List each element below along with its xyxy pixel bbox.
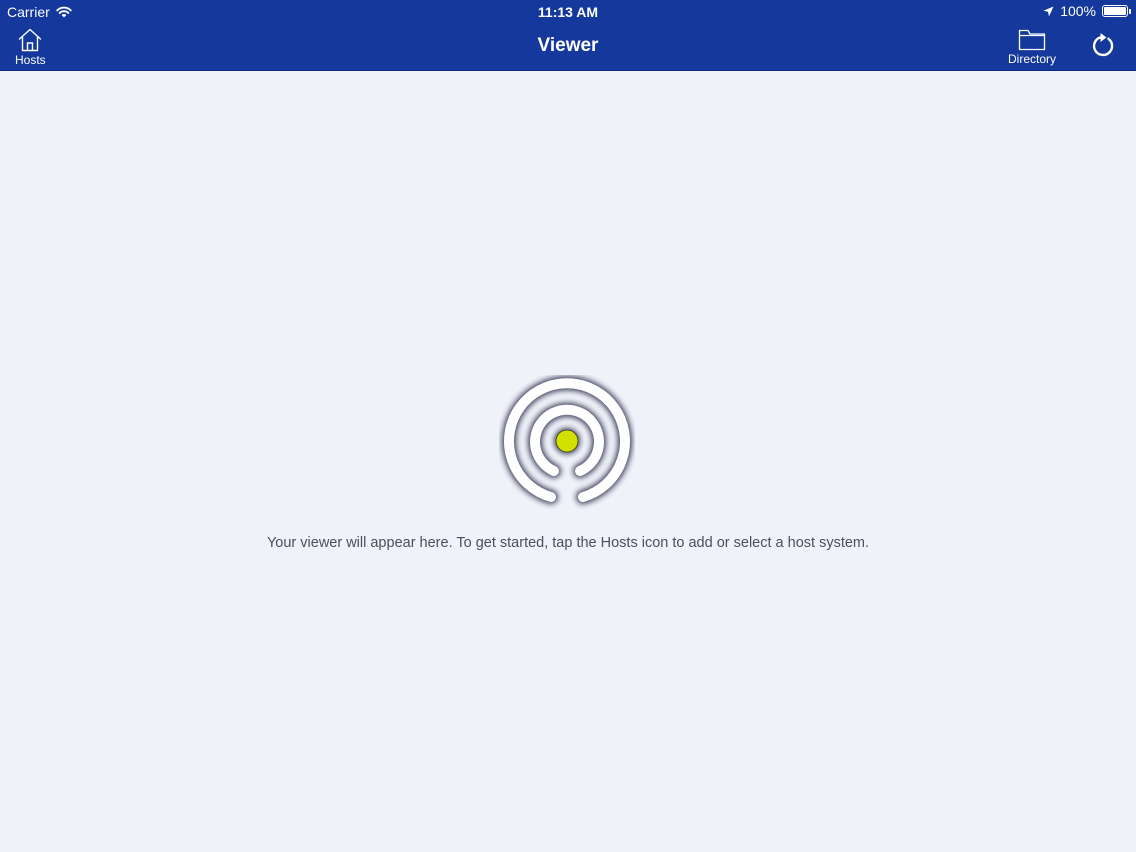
directory-button[interactable]: Directory [1008,27,1056,66]
status-right: 100% [1043,3,1131,19]
top-bar: Carrier 11:13 AM 100% Hosts Viewer Direc… [0,0,1136,71]
viewer-area: Your viewer will appear here. To get sta… [0,72,1136,852]
page-title: Viewer [537,35,599,56]
directory-button-label: Directory [1008,52,1057,66]
folder-icon [1018,29,1046,51]
location-arrow-icon [1043,6,1054,16]
empty-state-message: Your viewer will appear here. To get sta… [266,535,870,551]
battery-percent: 100% [1060,3,1096,19]
battery-icon [1102,5,1131,17]
status-bar: Carrier 11:13 AM 100% [0,0,1136,22]
refresh-button[interactable] [1089,32,1117,60]
refresh-icon [1092,33,1114,57]
clock: 11:13 AM [537,4,599,20]
broadcast-logo-icon [502,376,632,504]
navigation-bar: Hosts Viewer Directory [0,22,1136,71]
